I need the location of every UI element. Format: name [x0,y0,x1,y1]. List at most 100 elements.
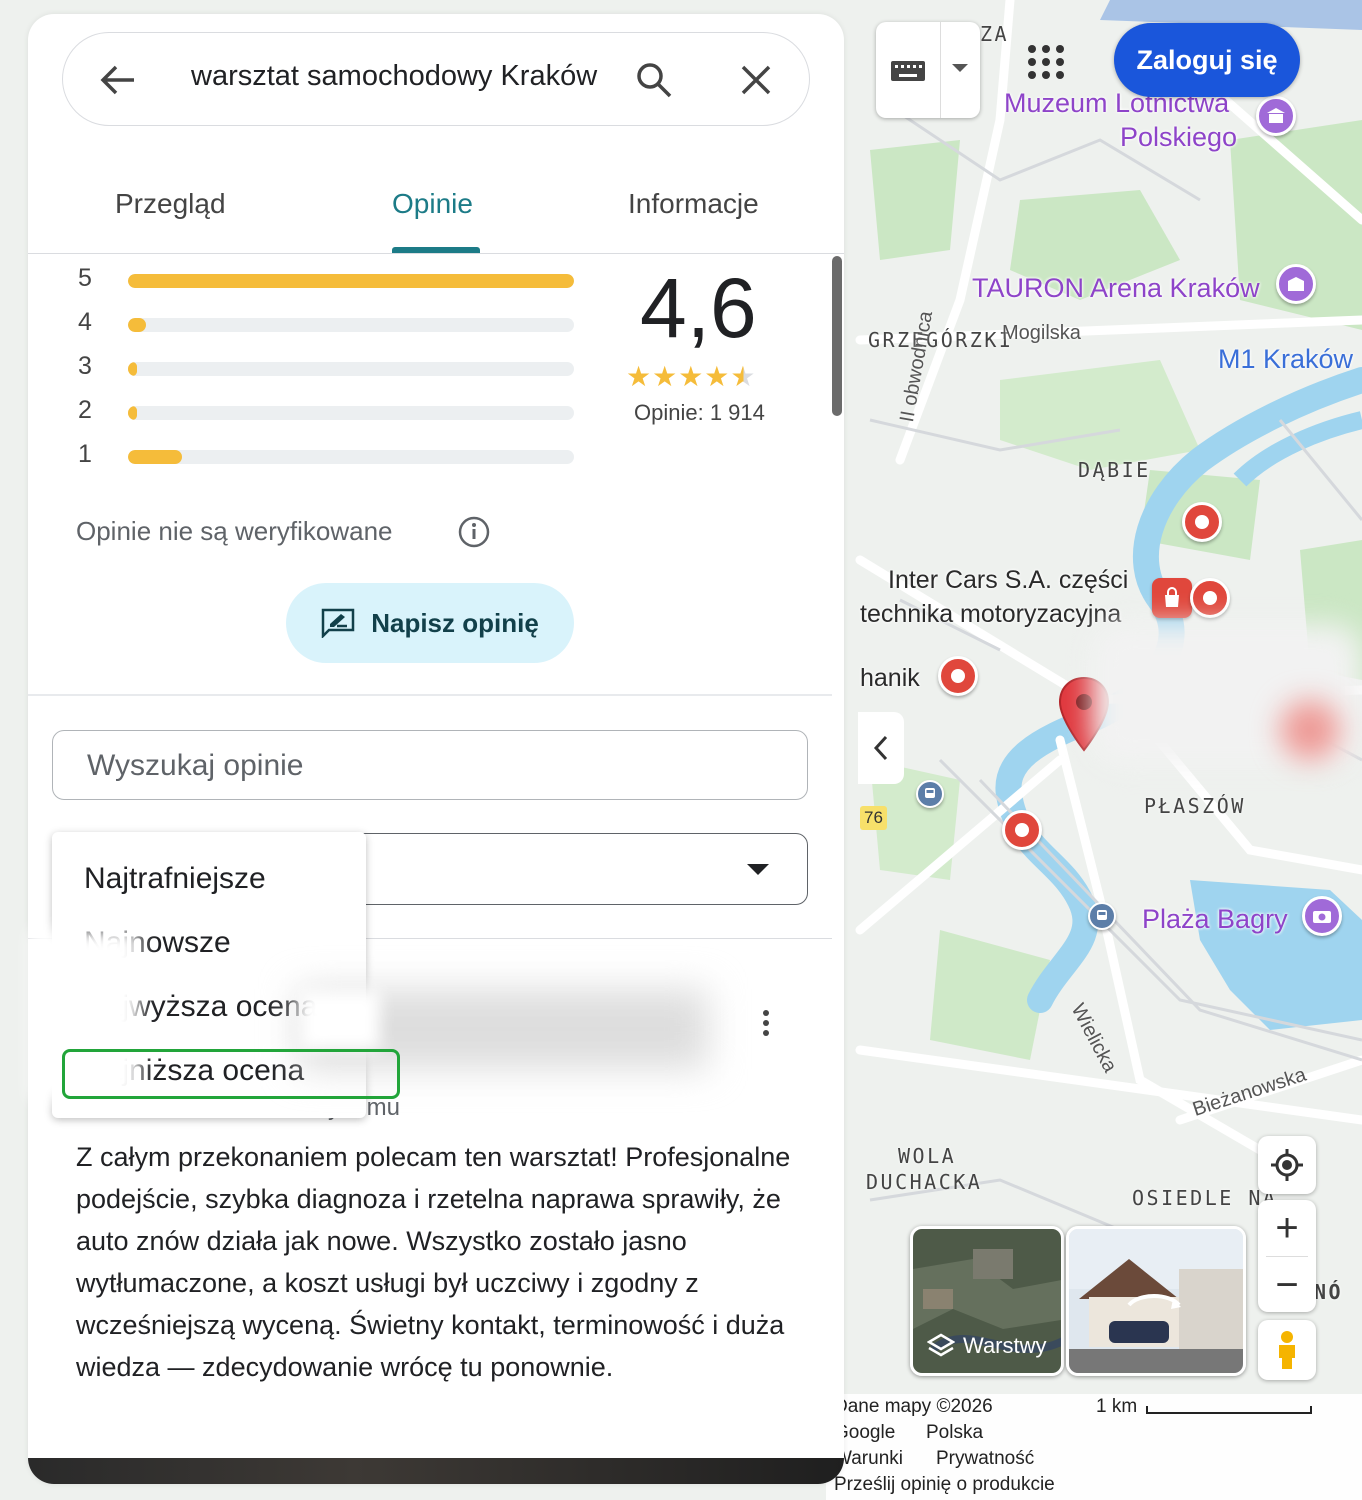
review-photos[interactable] [28,1458,844,1484]
my-location-button[interactable] [1258,1136,1316,1194]
terms-link[interactable]: Warunki [834,1448,903,1470]
rating-stars-label: 1 [78,440,92,468]
write-review-button[interactable]: Napisz opinię [286,583,574,663]
map-label-intercars-line2[interactable]: technika motoryzacyjna [860,600,1121,629]
map-label-osiedle: OSIEDLE NA [1132,1186,1278,1210]
tab-overview[interactable]: Przegląd [115,188,226,220]
map-label-plaza-bagry[interactable]: Plaża Bagry [1142,904,1288,935]
arena-icon[interactable] [1276,264,1316,304]
blurred-region [300,990,380,1050]
place-pin-icon[interactable] [1002,810,1042,850]
section-divider [28,694,832,696]
input-tools-dropdown-icon[interactable] [952,64,968,72]
tab-about[interactable]: Informacje [628,188,759,220]
rating-bar-track [128,450,574,464]
map-label-tauron-arena[interactable]: TAURON Arena Kraków [972,273,1260,304]
back-button[interactable] [93,55,143,105]
search-bar: warsztat samochodowy Kraków [62,32,810,126]
search-icon [637,63,672,98]
map-data-credit: Dane mapy ©2026 [834,1396,993,1417]
road-number-badge: 76 [860,806,887,830]
map-label-museum-line2[interactable]: Polskiego [1120,122,1237,153]
collapse-panel-button[interactable] [858,712,904,784]
full-stars: ★★★★ [626,361,731,392]
close-icon [741,65,771,95]
map-label-hanik[interactable]: hanik [860,664,920,693]
chevron-left-icon [873,735,888,761]
map-label-plaszow: PŁASZÓW [1144,794,1246,818]
rating-bar-track [128,362,574,376]
panel-scrollbar[interactable] [832,256,842,416]
unverified-note: Opinie nie są weryfikowane [76,516,393,546]
write-review-label: Napisz opinię [371,607,539,638]
rating-bar-fill [128,274,574,288]
transit-icon[interactable] [1088,902,1116,930]
map-attribution: Dane mapy ©2026 1 km Google Polska Warun… [826,1394,1362,1500]
tab-reviews[interactable]: Opinie [392,188,473,220]
review-search-input[interactable]: Wyszukaj opinie [52,730,808,800]
rating-bar-fill [128,450,182,464]
shopping-bag-icon[interactable] [1152,578,1192,618]
rating-bar-track [128,406,574,420]
rating-stars-label: 3 [78,352,92,380]
place-pin-icon[interactable] [1182,502,1222,542]
blurred-region [1280,700,1340,760]
country-link[interactable]: Polska [926,1422,983,1444]
search-input[interactable]: warsztat samochodowy Kraków [191,60,601,93]
layers-button[interactable]: Warstwy [910,1226,1064,1376]
street-view-thumbnail[interactable] [1066,1226,1246,1376]
map-label-top-partial: ZA [980,22,1010,46]
info-icon[interactable] [458,516,490,548]
rating-bar-track [128,318,574,332]
map-label-dabie: DĄBIE [1078,458,1151,482]
rating-bar-fill [128,318,146,332]
map-label-intercars[interactable]: Inter Cars S.A. części [888,566,1128,595]
place-pin-icon[interactable] [1190,578,1230,618]
street-view-photo [1069,1229,1243,1373]
rating-stars-label: 2 [78,396,92,424]
login-button[interactable]: Zaloguj się [1114,23,1300,97]
more-options-icon[interactable] [754,1008,778,1038]
feedback-link[interactable]: Prześlij opinię o produkcie [834,1474,1055,1496]
place-pin-icon[interactable] [938,656,978,696]
apps-grid-icon[interactable] [1022,42,1070,82]
arrow-left-icon [100,65,134,95]
camera-icon[interactable] [1302,896,1342,936]
map-label-duchacka: DUCHACKA [866,1170,983,1194]
highlight-box [62,1049,400,1099]
rating-stars-label: 5 [78,264,92,292]
zoom-out-button[interactable]: − [1258,1257,1316,1313]
clear-search-button[interactable] [731,55,781,105]
privacy-link[interactable]: Prywatność [936,1448,1034,1470]
dropdown-arrow-icon [747,864,769,875]
half-star-icon: ★ [730,361,757,392]
review-text: Z całym przekonaniem polecam ten warszta… [76,1142,791,1382]
street-view-pegman-button[interactable] [1258,1320,1316,1380]
keyboard-icon[interactable] [890,60,926,87]
map-label-m1[interactable]: M1 Kraków [1218,344,1353,375]
rating-bar-fill [128,362,137,376]
scale-label[interactable]: 1 km [1096,1396,1137,1418]
sort-option-most-relevant[interactable]: Najtrafniejsze [84,862,266,896]
transit-icon[interactable] [916,780,944,808]
museum-icon[interactable] [1256,96,1296,136]
rating-stars-label: 4 [78,308,92,336]
search-button[interactable] [629,55,679,105]
crosshair-icon [1271,1149,1303,1181]
review-count[interactable]: Opinie: 1 914 [634,400,765,426]
input-tools [876,22,980,118]
star-rating: ★★★★★ [626,360,757,393]
pegman-icon [1279,1331,1295,1369]
average-rating: 4,6 [640,261,757,355]
zoom-in-button[interactable]: + [1258,1200,1316,1256]
layers-label: Warstwy [963,1333,1047,1358]
map-label-mogilska: Mogilska [1002,322,1081,344]
rating-bar-track [128,274,574,288]
map-label-partial: NÓ [1314,1280,1344,1304]
tab-divider [28,253,844,254]
rate-review-icon [321,608,355,638]
layers-icon [927,1333,955,1357]
scale-bar [1146,1406,1312,1414]
place-side-panel: warsztat samochodowy Kraków Przegląd Opi… [28,14,844,1484]
review-search-placeholder: Wyszukaj opinie [87,749,304,782]
